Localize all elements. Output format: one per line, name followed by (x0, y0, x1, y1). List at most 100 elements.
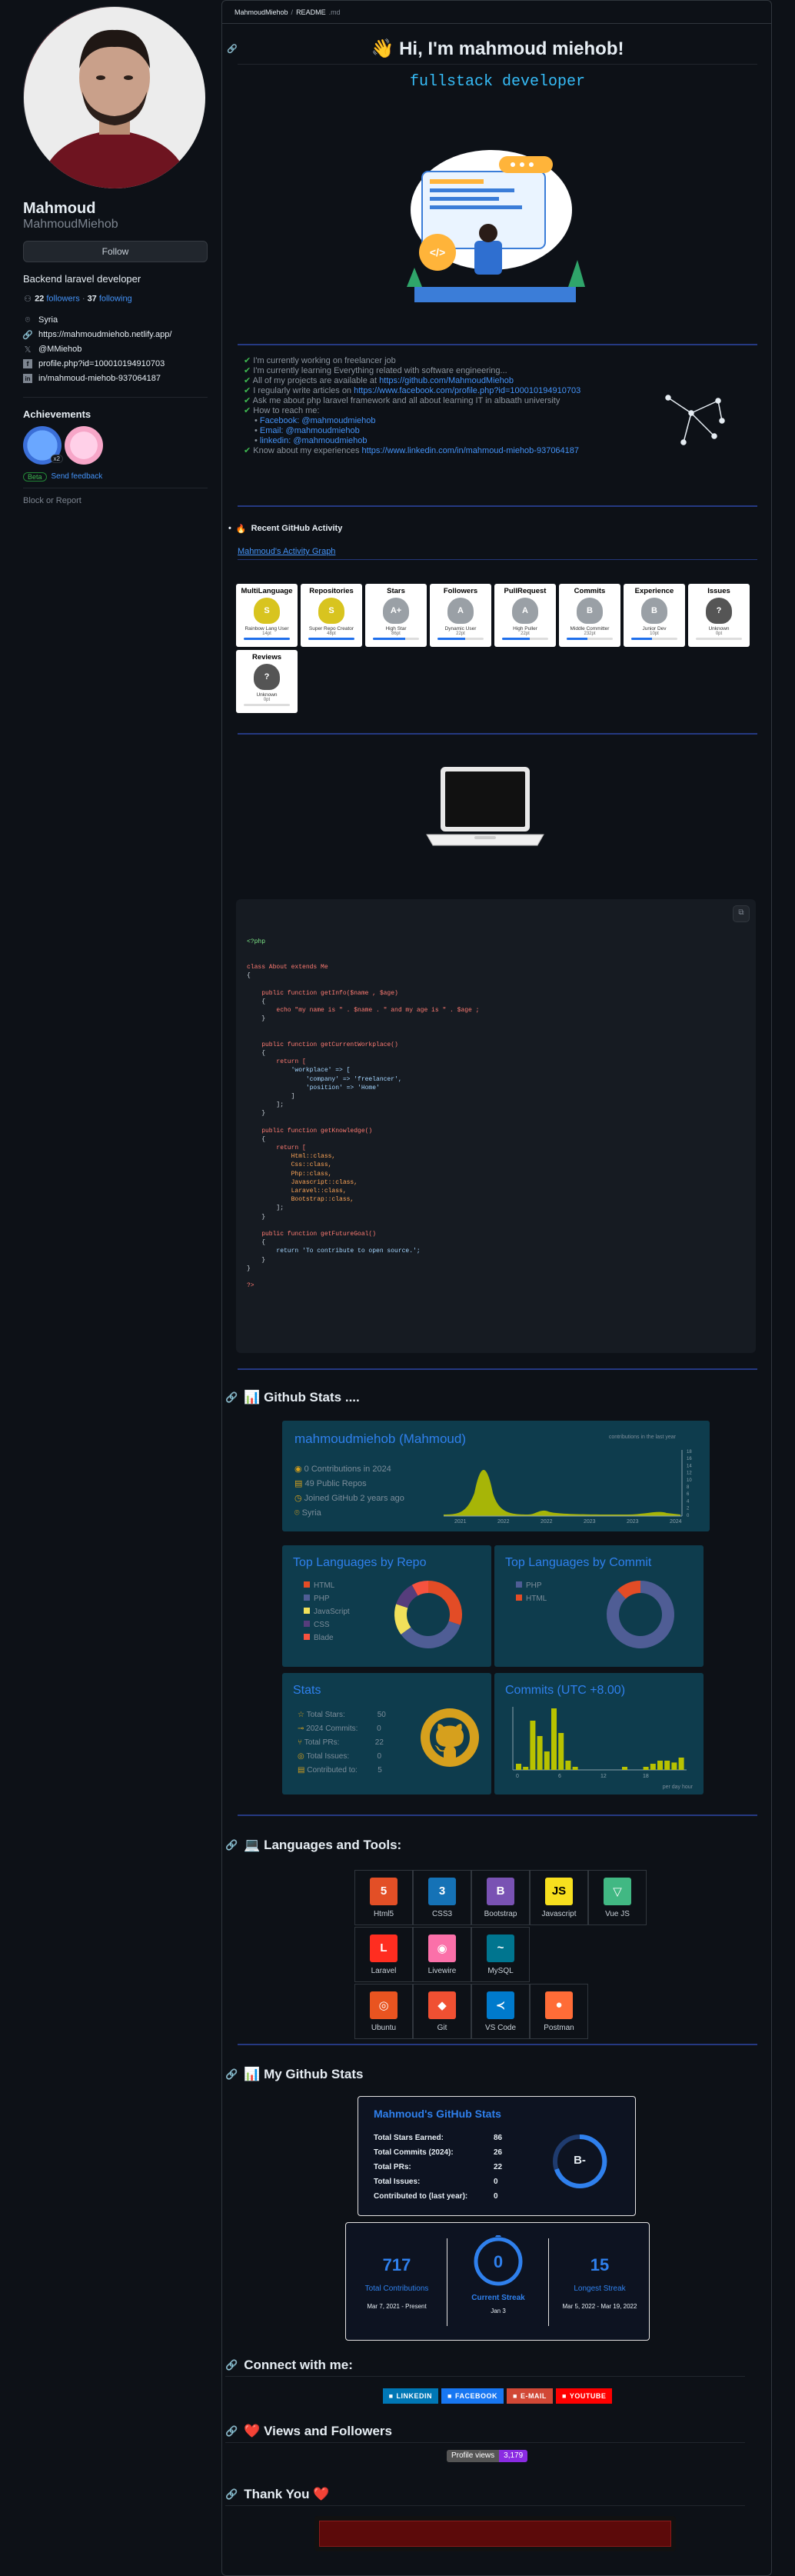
social-badge[interactable]: ■ LINKEDIN (382, 2388, 439, 2404)
commit-bar (572, 1767, 578, 1770)
breadcrumb-file[interactable]: README (296, 8, 326, 16)
location-item: ⌾ Syria (23, 313, 208, 328)
trophy-cup-icon: ? (254, 664, 280, 690)
trophy-cup-icon: A (447, 598, 474, 624)
trophy-card: PullRequest A High Puller 22pt (494, 584, 556, 647)
facebook-contact-link[interactable]: Facebook: @mahmoudmiehob (260, 416, 376, 425)
social-badge[interactable]: ■ E-MAIL (507, 2388, 553, 2404)
email-contact-link[interactable]: Email: @mahmoudmiehob (260, 426, 360, 435)
social-badge[interactable]: ■ YOUTUBE (555, 2388, 613, 2404)
github-link[interactable]: https://github.com/MahmoudMiehob (379, 376, 514, 385)
code-line: { (247, 972, 251, 980)
trophy-progress (308, 638, 354, 640)
anchor-link-icon[interactable]: 🔗 (225, 2425, 238, 2438)
website-item[interactable]: 🔗 https://mahmoudmiehob.netlify.app/ (22, 328, 208, 342)
location-pin-icon: ⌾ (25, 315, 31, 325)
avatar[interactable] (23, 6, 205, 188)
x-tick-label: 2023 (584, 1519, 596, 1524)
commit-bar (558, 1733, 564, 1770)
x-logo-icon: 𝕏 (24, 345, 32, 355)
commit-bar (530, 1721, 536, 1770)
tool-tile[interactable]: 3 CSS3 (413, 1870, 471, 1925)
code-line: Laravel::class, (247, 1188, 347, 1195)
connect-heading: 🔗 Connect with me: (225, 2358, 353, 2372)
code-line: ]; (247, 1101, 284, 1109)
tool-tile[interactable]: JS Javascript (530, 1870, 588, 1925)
summary-row: ▤ 49 Public Repos (294, 1479, 367, 1488)
social-logo-icon: ■ (388, 2392, 394, 2400)
block-report-link[interactable]: Block or Report (23, 496, 208, 505)
longest-streak-value: 15 (590, 2255, 610, 2274)
tool-tile[interactable]: ~ MySQL (471, 1927, 530, 1982)
tool-tile[interactable]: ◉ Livewire (413, 1927, 471, 1982)
linkedin-experience-link[interactable]: https://www.linkedin.com/in/mahmoud-mieh… (362, 446, 580, 455)
trophy-sub: Middle Committer (570, 626, 610, 632)
summary-row: ◷ Joined GitHub 2 years ago (294, 1494, 404, 1503)
trophy-points: 232pt (584, 632, 596, 636)
beta-pill: Beta (23, 472, 47, 482)
tool-tile[interactable]: ◎ Ubuntu (354, 1984, 413, 2039)
followers-link[interactable]: 22 followers (35, 295, 80, 304)
gh-stats-title: Mahmoud's GitHub Stats (374, 2108, 501, 2120)
anchor-link-icon[interactable]: 🔗 (225, 2359, 238, 2371)
trophy-cup-icon: A (512, 598, 538, 624)
x-tick-label: 0 (516, 1774, 519, 1779)
anchor-link-icon[interactable]: 🔗 (225, 1839, 238, 1851)
facebook-article-link[interactable]: https://www.facebook.com/profile.php?id=… (354, 386, 580, 395)
activity-rule (238, 559, 757, 560)
anchor-link-icon[interactable]: 🔗 (225, 1391, 238, 1404)
repo-icon: ▤ (294, 1479, 303, 1488)
total-contrib-range: Mar 7, 2021 - Present (367, 2303, 427, 2310)
pull-shark-badge[interactable]: x2 (23, 425, 63, 465)
commits-bar-chart: 0 6 12 18 (512, 1707, 687, 1779)
linkedin-item[interactable]: in in/mahmoud-miehob-937064187 (23, 372, 208, 386)
trophy-sub: High Star (385, 626, 407, 632)
tool-tile[interactable]: L Laravel (354, 1927, 413, 1982)
trophy-title: Experience (634, 587, 674, 595)
profile-views-label: Profile views (447, 2450, 500, 2462)
breadcrumb-user[interactable]: MahmoudMiehob (235, 8, 288, 16)
facebook-item[interactable]: f profile.php?id=100010194910703 (23, 357, 208, 372)
twitter-item[interactable]: 𝕏 @MMiehob (23, 342, 208, 357)
legend-swatch (304, 1634, 310, 1640)
clock-icon: ◷ (294, 1494, 302, 1503)
trophy-title: Stars (387, 587, 405, 595)
following-link[interactable]: 37 following (88, 295, 132, 304)
tool-icon: JS (545, 1877, 573, 1905)
follow-button[interactable]: Follow (23, 241, 208, 262)
send-feedback-link[interactable]: Send feedback (52, 472, 103, 481)
tool-tile[interactable]: B Bootstrap (471, 1870, 530, 1925)
commit-bar (678, 1758, 684, 1770)
summary-title: mahmoudmiehob (Mahmoud) (294, 1431, 466, 1446)
activity-graph-link[interactable]: Mahmoud's Activity Graph (238, 547, 335, 556)
copy-icon[interactable]: ⧉ (733, 905, 750, 922)
about-item: ✔ I'm currently learning Everything rela… (244, 366, 507, 375)
profile-bio: Backend laravel developer (23, 273, 141, 285)
social-logo-icon: ■ (561, 2392, 567, 2400)
legend-item: CSS (304, 1618, 350, 1631)
tool-tile[interactable]: ▽ Vue JS (588, 1870, 647, 1925)
streak-card: 717 Total Contributions Mar 7, 2021 - Pr… (345, 2222, 650, 2341)
x-tick-label: 2023 (627, 1519, 639, 1524)
trophy-progress (437, 638, 484, 640)
tool-tile[interactable]: ◆ Git (413, 1984, 471, 2039)
linkedin-contact-link[interactable]: linkedin: @mahmoudmiehob (260, 436, 368, 445)
donut-slice (427, 1581, 462, 1625)
anchor-link-icon[interactable]: 🔗 (225, 2068, 238, 2081)
social-badge[interactable]: ■ FACEBOOK (441, 2388, 504, 2404)
tool-tile[interactable]: ● Postman (530, 1984, 588, 2039)
code-line: class About extends Me (247, 964, 328, 971)
banner-inner (319, 2521, 671, 2547)
breadcrumb-ext: .md (328, 8, 341, 16)
trophy-sub: Dynamic User (444, 626, 477, 632)
anchor-link-icon[interactable]: 🔗 (225, 2488, 238, 2501)
section-divider (238, 1815, 757, 1816)
legend-item: Blade (304, 1631, 350, 1645)
tool-tile[interactable]: 5 Html5 (354, 1870, 413, 1925)
code-line: Php::class, (247, 1170, 332, 1178)
achievements-list: x2 (23, 425, 208, 465)
y-tick-label: 4 (687, 1499, 690, 1504)
tool-tile[interactable]: ≺ VS Code (471, 1984, 530, 2039)
yolo-badge[interactable] (65, 425, 103, 465)
